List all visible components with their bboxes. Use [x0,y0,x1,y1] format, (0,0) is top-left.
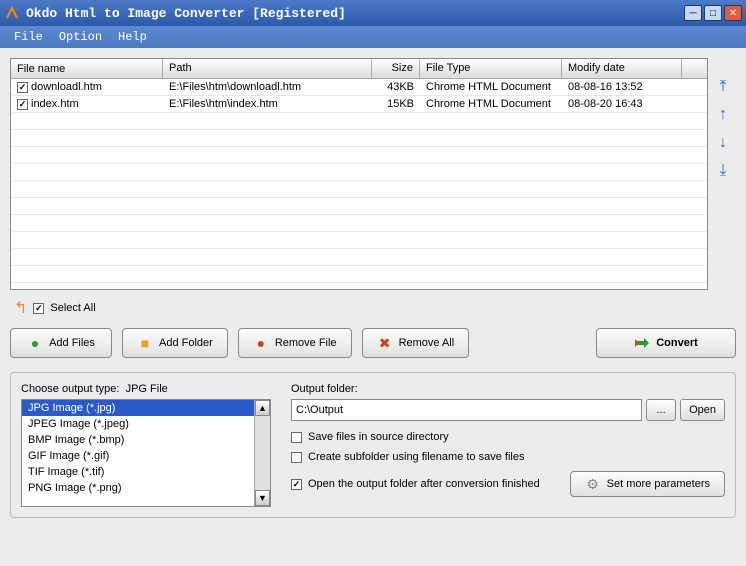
menu-file[interactable]: File [8,28,49,46]
gear-icon: ⚙ [585,476,601,492]
file-date: 08-08-20 16:43 [562,97,682,111]
col-header-date[interactable]: Modify date [562,59,682,78]
listbox-scrollbar[interactable]: ▲ ▼ [254,400,270,506]
save-in-source-checkbox[interactable] [291,432,302,443]
remove-all-label: Remove All [399,337,455,349]
table-row [11,198,707,215]
file-table: File name Path Size File Type Modify dat… [10,58,708,290]
table-row [11,215,707,232]
table-row[interactable]: index.htm E:\Files\htm\index.htm15KBChrom… [11,96,707,113]
file-path: E:\Files\htm\downloadl.htm [163,80,372,94]
minimize-button[interactable]: ─ [684,5,702,21]
convert-button[interactable]: Convert [596,328,736,358]
table-row [11,249,707,266]
move-down-icon[interactable]: ↓ [714,134,732,152]
output-type-current: JPG File [126,383,168,395]
titlebar: Okdo Html to Image Converter [Registered… [0,0,746,26]
table-row [11,232,707,249]
browse-button[interactable]: ... [646,399,676,421]
file-name: downloadl.htm [31,81,102,93]
file-size: 43KB [372,80,420,94]
row-checkbox[interactable] [17,99,28,110]
output-type-option[interactable]: JPEG Image (*.jpeg) [22,416,254,432]
open-after-label: Open the output folder after conversion … [308,478,540,490]
output-type-listbox[interactable]: JPG Image (*.jpg)JPEG Image (*.jpeg)BMP … [22,400,254,506]
convert-label: Convert [656,337,698,349]
convert-icon [634,335,650,351]
remove-file-label: Remove File [275,337,337,349]
col-header-name[interactable]: File name [11,59,163,78]
output-type-option[interactable]: PNG Image (*.png) [22,480,254,496]
file-type: Chrome HTML Document [420,80,562,94]
menubar: File Option Help [0,26,746,48]
app-icon [4,5,20,21]
output-type-label: Choose output type: [21,383,119,395]
scroll-track[interactable] [255,416,270,490]
create-subfolder-checkbox[interactable] [291,452,302,463]
add-files-button[interactable]: ● Add Files [10,328,112,358]
output-type-option[interactable]: TIF Image (*.tif) [22,464,254,480]
table-row [11,164,707,181]
folder-icon: ■ [137,335,153,351]
table-row [11,113,707,130]
col-header-path[interactable]: Path [163,59,372,78]
window-title: Okdo Html to Image Converter [Registered… [26,6,684,21]
open-after-checkbox[interactable] [291,479,302,490]
save-in-source-label: Save files in source directory [308,431,449,443]
menu-option[interactable]: Option [53,28,108,46]
table-row [11,130,707,147]
menu-help[interactable]: Help [112,28,153,46]
plus-icon: ● [27,335,43,351]
file-name: index.htm [31,98,79,110]
add-folder-button[interactable]: ■ Add Folder [122,328,228,358]
output-type-option[interactable]: GIF Image (*.gif) [22,448,254,464]
add-folder-label: Add Folder [159,337,213,349]
output-folder-label: Output folder: [291,383,725,395]
up-level-icon[interactable]: ↰ [14,298,27,318]
open-folder-button[interactable]: Open [680,399,725,421]
remove-file-button[interactable]: ● Remove File [238,328,352,358]
row-checkbox[interactable] [17,82,28,93]
add-files-label: Add Files [49,337,95,349]
col-header-type[interactable]: File Type [420,59,562,78]
create-subfolder-label: Create subfolder using filename to save … [308,451,524,463]
file-size: 15KB [372,97,420,111]
close-button[interactable]: ✕ [724,5,742,21]
move-bottom-icon[interactable]: ⤓ [714,162,732,180]
table-row [11,147,707,164]
select-all-checkbox[interactable] [33,303,44,314]
select-all-label: Select All [50,302,95,314]
move-up-icon[interactable]: ↑ [714,106,732,124]
more-parameters-button[interactable]: ⚙ Set more parameters [570,471,725,497]
output-type-option[interactable]: JPG Image (*.jpg) [22,400,254,416]
file-date: 08-08-16 13:52 [562,80,682,94]
table-row [11,181,707,198]
col-header-size[interactable]: Size [372,59,420,78]
output-type-option[interactable]: BMP Image (*.bmp) [22,432,254,448]
file-type: Chrome HTML Document [420,97,562,111]
maximize-button[interactable]: □ [704,5,722,21]
move-top-icon[interactable]: ⤒ [714,78,732,96]
table-row[interactable]: downloadl.htm E:\Files\htm\downloadl.htm4… [11,79,707,96]
scroll-down-icon[interactable]: ▼ [255,490,270,506]
remove-all-icon: ✖ [377,335,393,351]
file-path: E:\Files\htm\index.htm [163,97,372,111]
table-row [11,266,707,283]
output-folder-input[interactable] [291,399,642,421]
minus-icon: ● [253,335,269,351]
remove-all-button[interactable]: ✖ Remove All [362,328,470,358]
more-parameters-label: Set more parameters [607,478,710,490]
scroll-up-icon[interactable]: ▲ [255,400,270,416]
